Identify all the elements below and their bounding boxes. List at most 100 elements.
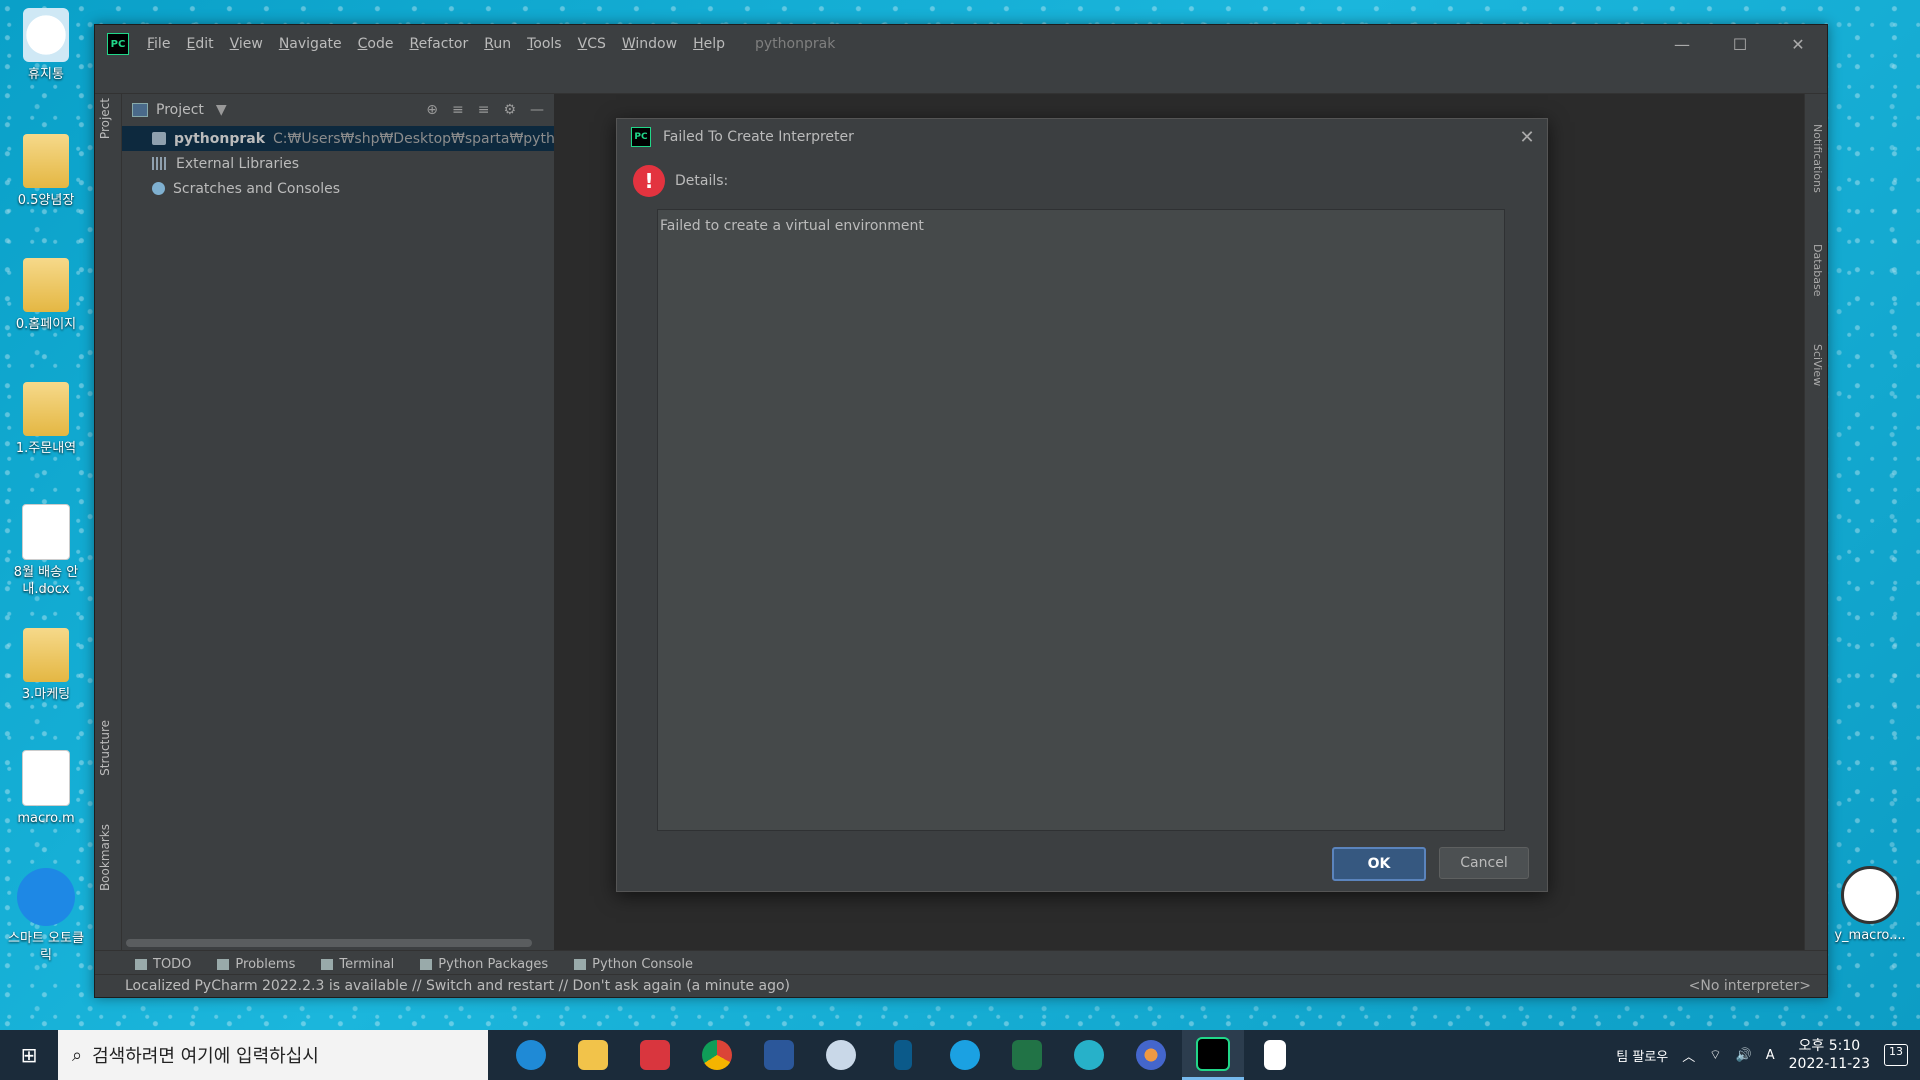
desktop-icon-file[interactable]: macro.m (8, 750, 84, 827)
tab-label: Problems (235, 956, 296, 972)
tab-project[interactable]: Project (98, 98, 112, 139)
excel-icon (1012, 1040, 1042, 1070)
notifications-icon[interactable]: 13 (1884, 1044, 1908, 1066)
taskbar-app-notepad[interactable] (1244, 1030, 1306, 1080)
tab-label: Terminal (339, 956, 395, 972)
taskbar-apps (500, 1030, 1306, 1080)
close-icon[interactable]: ✕ (1507, 127, 1547, 148)
app-icon (894, 1040, 912, 1070)
desktop-icon-document[interactable]: 8월 배송 안내.docx (8, 504, 84, 598)
taskbar-app-edge[interactable] (500, 1030, 562, 1080)
tab-problems[interactable]: Problems (217, 957, 295, 972)
window-controls: — ☐ ✕ (1653, 35, 1827, 54)
tab-structure[interactable]: Structure (98, 720, 112, 776)
hide-icon[interactable]: — (530, 102, 544, 118)
search-icon: ⌕ (72, 1044, 83, 1066)
desktop-icon-label: 스마트 오토클릭 (8, 931, 84, 963)
tab-bookmarks[interactable]: Bookmarks (98, 824, 112, 891)
project-view-selector[interactable]: Project (156, 102, 204, 118)
status-bar: Localized PyCharm 2022.2.3 is available … (95, 974, 1827, 997)
desktop-icon-folder[interactable]: 3.마케팅 (8, 628, 84, 703)
chevron-up-icon[interactable]: ︿ (1682, 1046, 1695, 1065)
cancel-button[interactable]: Cancel (1439, 847, 1529, 879)
desktop-icon-label: 0.5양념장 (17, 193, 75, 208)
file-explorer-icon (578, 1040, 608, 1070)
desktop-icon-folder[interactable]: 0.5양념장 (8, 134, 84, 209)
bottom-tool-tabs: TODO Problems Terminal Python Packages P… (95, 950, 1827, 977)
network-icon[interactable]: ⌔ (1709, 1047, 1721, 1063)
locate-icon[interactable]: ⊕ (426, 102, 438, 118)
taskbar-app-word[interactable] (748, 1030, 810, 1080)
tab-database[interactable]: Database (1811, 244, 1824, 297)
details-text-area[interactable]: Failed to create a virtual environment (657, 209, 1505, 831)
project-panel-header: Project ▼ ⊕ ≡ ≡ ⚙ — (122, 94, 554, 126)
menu-tools[interactable]: Tools (519, 36, 570, 52)
tree-item-label: Scratches and Consoles (173, 180, 340, 197)
windows-start-icon[interactable]: ⊞ (0, 1030, 58, 1080)
taskbar-app-explorer[interactable] (562, 1030, 624, 1080)
volume-icon[interactable]: 🔊 (1736, 1048, 1752, 1063)
folder-icon (23, 134, 69, 188)
collapse-all-icon[interactable]: ≡ (478, 102, 490, 118)
tree-item-scratches[interactable]: Scratches and Consoles (122, 176, 554, 201)
maximize-icon[interactable]: ☐ (1711, 35, 1769, 54)
menu-run[interactable]: Run (476, 36, 519, 52)
taskbar-app-mp[interactable] (1120, 1030, 1182, 1080)
clock[interactable]: 오후 5:10 2022-11-23 (1789, 1037, 1870, 1073)
internet-explorer-icon (950, 1040, 980, 1070)
desktop-icon-autoclick[interactable]: 스마트 오토클릭 (8, 868, 84, 964)
pycharm-logo-icon: PC (631, 127, 651, 147)
interpreter-selector[interactable]: <No interpreter> (1689, 978, 1827, 994)
horizontal-scrollbar[interactable] (126, 939, 532, 947)
tab-label: Python Console (592, 956, 693, 972)
taskbar-app-red[interactable] (624, 1030, 686, 1080)
tab-terminal[interactable]: Terminal (321, 957, 394, 972)
folder-icon (23, 382, 69, 436)
menu-file[interactable]: File (139, 36, 178, 52)
taskbar-app-teal[interactable] (1058, 1030, 1120, 1080)
tab-python-packages[interactable]: Python Packages (420, 957, 548, 972)
taskbar-app-chrome[interactable] (686, 1030, 748, 1080)
desktop-icon-label: 휴지통 (28, 67, 64, 82)
gear-icon[interactable]: ⚙ (503, 102, 516, 118)
menu-help[interactable]: Help (685, 36, 733, 52)
ime-indicator[interactable]: A (1766, 1048, 1775, 1063)
team-follow-label[interactable]: 팀 팔로우 (1616, 1046, 1668, 1065)
menu-refactor[interactable]: Refactor (401, 36, 476, 52)
taskbar-app-excel[interactable] (996, 1030, 1058, 1080)
desktop-icon-label: 0.홈페이지 (15, 317, 77, 332)
desktop-icon-recycle-bin[interactable]: 휴지통 (8, 8, 84, 83)
app-icon (1074, 1040, 1104, 1070)
menu-code[interactable]: Code (350, 36, 402, 52)
menu-vcs[interactable]: VCS (570, 36, 614, 52)
tree-item-project-root[interactable]: pythonprak C:₩Users₩shp₩Desktop₩sparta₩p… (122, 126, 554, 151)
close-window-icon[interactable]: ✕ (1769, 35, 1827, 54)
desktop-icon-folder[interactable]: 1.주문내역 (8, 382, 84, 457)
desktop-icon-folder[interactable]: 0.홈페이지 (8, 258, 84, 333)
taskbar-app-paint[interactable] (810, 1030, 872, 1080)
menu-view[interactable]: View (222, 36, 271, 52)
search-box[interactable]: ⌕ 검색하려면 여기에 입력하십시 (58, 1030, 488, 1080)
minimize-icon[interactable]: — (1653, 35, 1711, 54)
status-message[interactable]: Localized PyCharm 2022.2.3 is available … (125, 978, 790, 994)
tab-todo[interactable]: TODO (135, 957, 191, 972)
tab-notifications[interactable]: Notifications (1811, 124, 1824, 193)
paint-icon (826, 1040, 856, 1070)
taskbar-app-blue[interactable] (872, 1030, 934, 1080)
error-icon: ! (633, 165, 665, 197)
taskbar-app-pycharm[interactable] (1182, 1030, 1244, 1080)
tab-sciview[interactable]: SciView (1811, 344, 1824, 386)
tab-python-console[interactable]: Python Console (574, 957, 693, 972)
menu-edit[interactable]: Edit (178, 36, 221, 52)
taskbar-app-ie[interactable] (934, 1030, 996, 1080)
python-console-icon (574, 958, 587, 970)
menu-window[interactable]: Window (614, 36, 685, 52)
desktop-icon-macro[interactable]: y_macro.... (1822, 866, 1918, 943)
menu-navigate[interactable]: Navigate (271, 36, 350, 52)
desktop-icon-label: 8월 배송 안내.docx (13, 565, 79, 597)
packages-icon (420, 958, 433, 970)
tree-item-external-libraries[interactable]: External Libraries (122, 151, 554, 176)
expand-all-icon[interactable]: ≡ (452, 102, 464, 118)
chevron-down-icon[interactable]: ▼ (216, 102, 227, 118)
ok-button[interactable]: OK (1332, 847, 1426, 881)
